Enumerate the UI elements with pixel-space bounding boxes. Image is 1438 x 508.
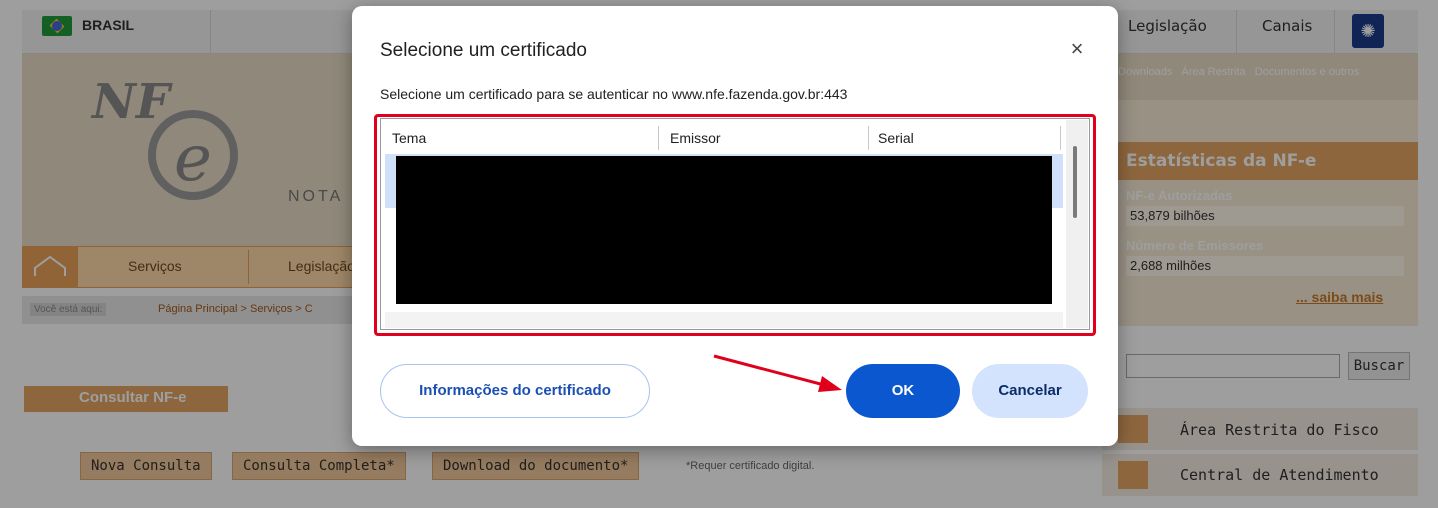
annotation-arrow-icon — [713, 354, 842, 392]
certificate-info-button[interactable]: Informações do certificado — [380, 364, 650, 418]
close-icon[interactable]: × — [1066, 38, 1088, 60]
dialog-subtitle: Selecione um certificado para se autenti… — [380, 86, 848, 102]
ok-button[interactable]: OK — [846, 364, 960, 418]
cancel-button[interactable]: Cancelar — [972, 364, 1088, 418]
highlight-box — [374, 114, 1096, 336]
dialog-title: Selecione um certificado — [380, 40, 587, 61]
